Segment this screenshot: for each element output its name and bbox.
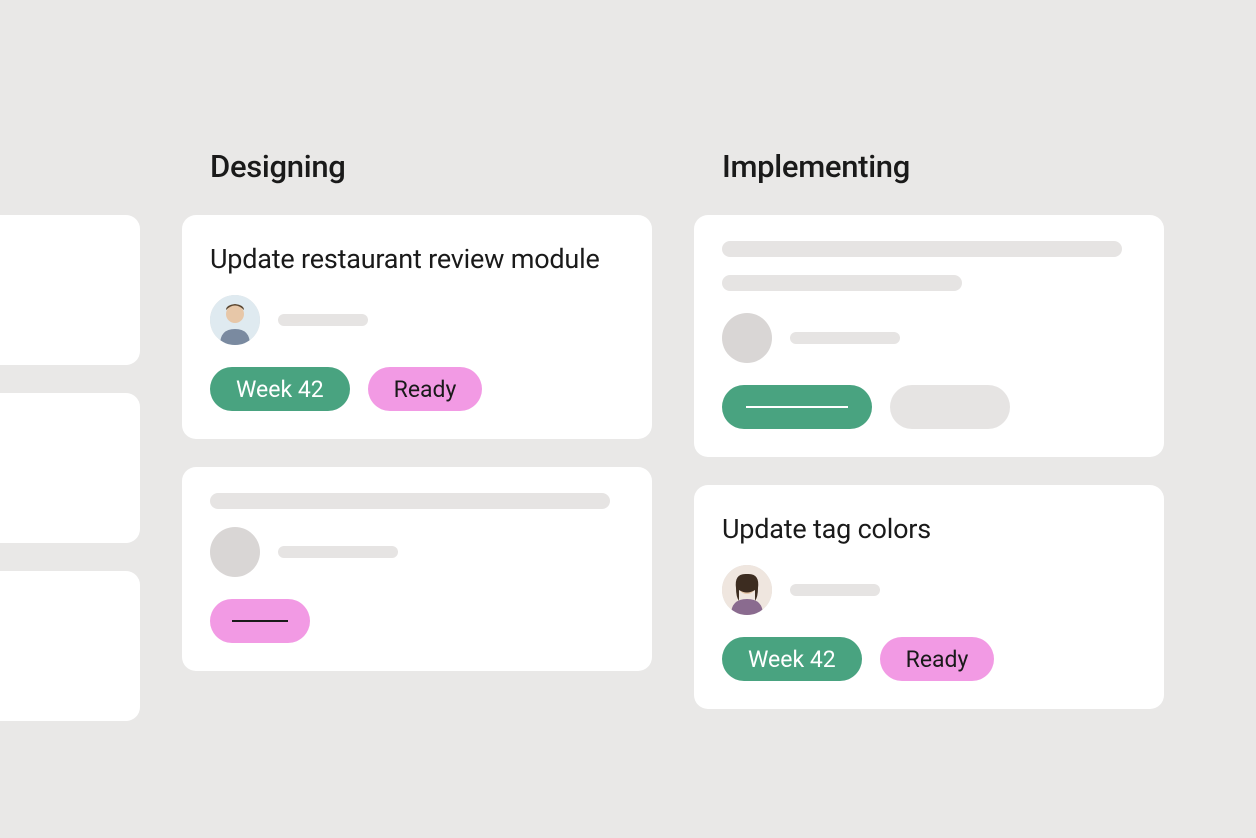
kanban-card-placeholder[interactable] bbox=[182, 467, 652, 671]
person-icon bbox=[210, 295, 260, 345]
kanban-column-implementing: Implementing Update tag colors bbox=[694, 148, 1164, 749]
placeholder-line bbox=[790, 584, 880, 596]
badge-row bbox=[722, 385, 1136, 429]
placeholder-line bbox=[210, 493, 610, 509]
kanban-column-cropped: . bbox=[0, 148, 140, 749]
badge-row bbox=[210, 599, 624, 643]
person-icon bbox=[722, 565, 772, 615]
kanban-card[interactable]: Update restaurant review module Week 42 … bbox=[182, 215, 652, 439]
card-title: Update tag colors bbox=[722, 511, 1136, 547]
placeholder-line bbox=[278, 314, 368, 326]
kanban-card[interactable]: Update tag colors Week 42 Ready bbox=[694, 485, 1164, 709]
kanban-card-placeholder[interactable] bbox=[0, 571, 140, 721]
badge-placeholder bbox=[890, 385, 1010, 429]
badge-placeholder bbox=[722, 385, 872, 429]
status-badge[interactable]: Ready bbox=[368, 367, 483, 411]
assignee-row bbox=[210, 527, 624, 577]
badge-placeholder bbox=[210, 599, 310, 643]
column-title: Designing bbox=[182, 148, 652, 185]
card-title: Update restaurant review module bbox=[210, 241, 624, 277]
kanban-card-placeholder[interactable] bbox=[0, 393, 140, 543]
badge-row: Week 42 Ready bbox=[722, 637, 1136, 681]
assignee-row bbox=[722, 313, 1136, 363]
column-title: Implementing bbox=[694, 148, 1164, 185]
badge-row: Week 42 Ready bbox=[210, 367, 624, 411]
placeholder-line bbox=[790, 332, 900, 344]
placeholder-line bbox=[722, 275, 962, 291]
assignee-row bbox=[722, 565, 1136, 615]
kanban-column-designing: Designing Update restaurant review modul… bbox=[182, 148, 652, 749]
kanban-board: . Designing Update restaurant review mod… bbox=[0, 148, 1164, 749]
assignee-row bbox=[210, 295, 624, 345]
avatar[interactable] bbox=[722, 565, 772, 615]
avatar[interactable] bbox=[210, 295, 260, 345]
avatar-placeholder bbox=[210, 527, 260, 577]
week-badge[interactable]: Week 42 bbox=[722, 637, 862, 681]
week-badge[interactable]: Week 42 bbox=[210, 367, 350, 411]
placeholder-line bbox=[722, 241, 1122, 257]
placeholder-line bbox=[278, 546, 398, 558]
avatar-placeholder bbox=[722, 313, 772, 363]
status-badge[interactable]: Ready bbox=[880, 637, 995, 681]
kanban-card-placeholder[interactable] bbox=[0, 215, 140, 365]
kanban-card-placeholder[interactable] bbox=[694, 215, 1164, 457]
